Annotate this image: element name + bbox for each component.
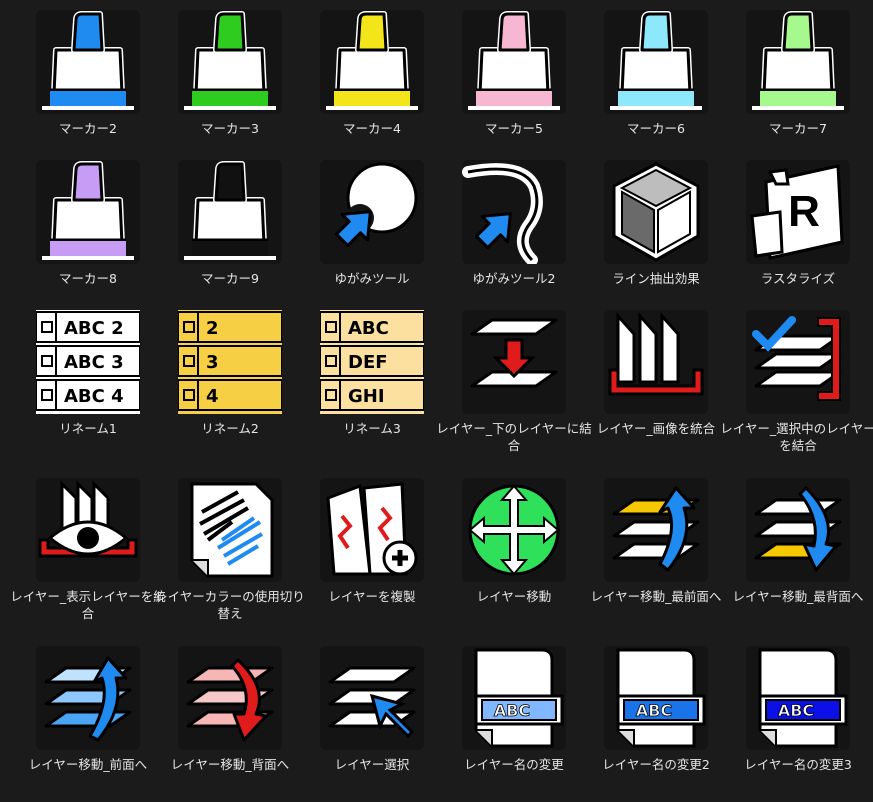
merge-down-icon	[462, 310, 566, 414]
distort-tool-2-icon	[462, 160, 566, 264]
icon-label: レイヤー_下のレイヤーに結合	[436, 421, 592, 453]
marker-icon	[36, 10, 140, 114]
marker-icon	[320, 10, 424, 114]
icon-label: マーカー6	[627, 121, 685, 136]
icon-grid: マーカー2 マーカー3 マーカー4 マーカー5 マーカー6 マーカー7 マーカー8 マーカー9…	[0, 0, 873, 802]
icon-label: マーカー8	[59, 271, 117, 286]
send-to-back-icon	[746, 478, 850, 582]
icon-label: レイヤー移動	[476, 589, 552, 604]
icon-label: レイヤー_選択中のレイヤーを結合	[720, 421, 873, 453]
icon-label: ラスタライズ	[760, 271, 836, 286]
icon-label: リネーム2	[201, 421, 259, 436]
svg-text:2: 2	[206, 318, 219, 339]
svg-text:ABC: ABC	[778, 701, 814, 720]
svg-text:4: 4	[206, 386, 219, 407]
svg-text:ABC 3: ABC 3	[64, 352, 124, 373]
svg-text:ABC: ABC	[348, 318, 389, 339]
bring-forward-icon	[36, 646, 140, 750]
move-layer-icon	[462, 478, 566, 582]
rasterize-icon: R	[746, 160, 850, 264]
svg-text:ABC 2: ABC 2	[64, 318, 124, 339]
marker-icon	[604, 10, 708, 114]
icon-label: レイヤー移動_最前面へ	[590, 589, 722, 604]
icon-label: レイヤー名の変更3	[744, 757, 852, 772]
svg-text:ABC 4: ABC 4	[64, 386, 124, 407]
icon-label: レイヤー移動_前面へ	[28, 757, 148, 772]
marker-icon	[178, 160, 282, 264]
icon-label: ライン抽出効果	[612, 271, 700, 286]
icon-label: レイヤー_画像を統合	[596, 421, 716, 436]
icon-label: レイヤー名の変更	[464, 757, 564, 772]
icon-label: マーカー2	[59, 121, 117, 136]
icon-label: レイヤー名の変更2	[602, 757, 710, 772]
bring-to-front-icon	[604, 478, 708, 582]
rename-list-icon: ABC DEF GHI	[320, 310, 424, 414]
icon-label: レイヤーカラーの使用切り替え	[155, 589, 305, 621]
marker-icon	[178, 10, 282, 114]
svg-text:R: R	[788, 187, 820, 236]
marker-icon	[36, 160, 140, 264]
svg-text:ABC: ABC	[636, 701, 672, 720]
select-layer-icon	[320, 646, 424, 750]
merge-visible-icon	[36, 478, 140, 582]
icon-label: マーカー5	[485, 121, 543, 136]
merge-selected-icon	[746, 310, 850, 414]
svg-text:3: 3	[206, 352, 219, 373]
svg-text:DEF: DEF	[348, 352, 388, 373]
svg-text:GHI: GHI	[348, 386, 385, 407]
rename-list-icon: ABC 2 ABC 3 ABC 4	[36, 310, 140, 414]
rename-layer-icon: ABC	[604, 646, 708, 750]
icon-label: レイヤー移動_背面へ	[170, 757, 290, 772]
icon-label: マーカー4	[343, 121, 401, 136]
icon-label: マーカー7	[769, 121, 827, 136]
rename-layer-icon: ABC	[746, 646, 850, 750]
line-extract-cube-icon	[604, 160, 708, 264]
rename-list-icon: 2 3 4	[178, 310, 282, 414]
icon-label: マーカー3	[201, 121, 259, 136]
duplicate-layer-icon	[320, 478, 424, 582]
icon-label: レイヤーを複製	[328, 589, 416, 604]
icon-label: ゆがみツール	[334, 271, 410, 286]
layer-color-toggle-icon	[178, 478, 282, 582]
marker-icon	[746, 10, 850, 114]
icon-label: レイヤー_表示レイヤーを統合	[10, 589, 166, 621]
send-backward-icon	[178, 646, 282, 750]
icon-label: リネーム1	[59, 421, 117, 436]
flatten-image-icon	[604, 310, 708, 414]
icon-label: レイヤー選択	[334, 757, 410, 772]
rename-layer-icon: ABC	[462, 646, 566, 750]
marker-icon	[462, 10, 566, 114]
svg-text:ABC: ABC	[494, 701, 530, 720]
icon-label: マーカー9	[201, 271, 259, 286]
distort-tool-icon	[320, 160, 424, 264]
icon-label: レイヤー移動_最背面へ	[732, 589, 864, 604]
icon-label: リネーム3	[343, 421, 401, 436]
icon-label: ゆがみツール2	[472, 271, 556, 286]
